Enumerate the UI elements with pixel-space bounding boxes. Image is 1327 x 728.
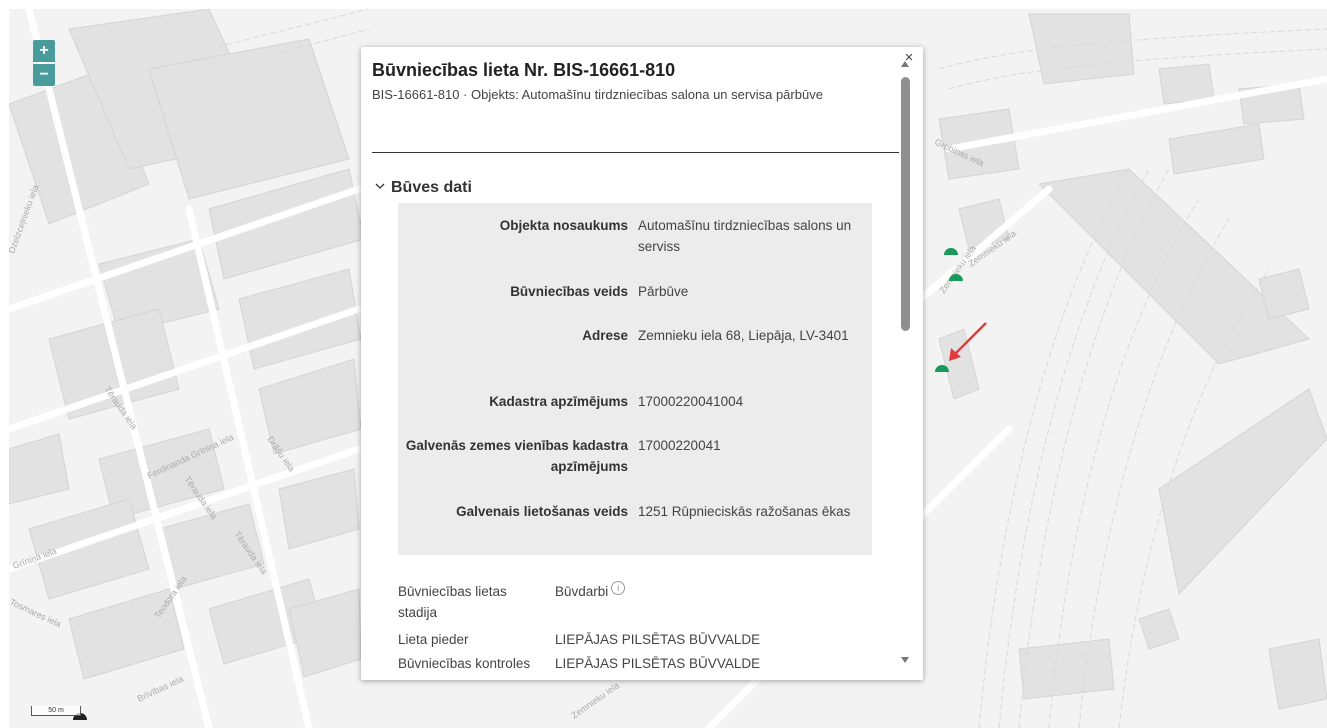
detail-value: LIEPĀJAS PILSĒTAS BŪVVALDE	[555, 656, 761, 671]
scale-bar: 50 m	[31, 706, 81, 716]
field-value: Zemnieku iela 68, Liepāja, LV-3401	[638, 328, 849, 343]
divider	[372, 152, 899, 153]
section-title: Būves dati	[391, 179, 472, 196]
detail-label: Lieta pieder	[398, 632, 469, 647]
field-label: Būvniecības veids	[510, 284, 628, 299]
chevron-down-icon	[375, 183, 385, 189]
scroll-up-arrow[interactable]	[901, 61, 909, 67]
field-label: Galvenais lietošanas veids	[456, 504, 628, 519]
field-value: Automašīnu tirdzniecības salons un servi…	[638, 218, 852, 254]
building-data-table: Objekta nosaukums Automašīnu tirdzniecīb…	[398, 203, 872, 555]
field-value: 17000220041004	[638, 394, 744, 409]
info-icon[interactable]: i	[611, 581, 626, 595]
detail-label: Būvniecības kontroles	[398, 656, 531, 671]
field-value: 1251 Rūpnieciskās ražošanas ēkas	[638, 504, 851, 519]
field-label: Adrese	[582, 328, 628, 343]
detail-value: Būvdarbi	[555, 584, 609, 599]
field-value: 17000220041	[638, 438, 721, 453]
field-label: Objekta nosaukums	[499, 218, 628, 233]
scroll-down-arrow[interactable]	[901, 657, 909, 663]
popup-subtitle: BIS-16661-810 · Objekts: Automašīnu tird…	[372, 87, 823, 102]
zoom-in-button[interactable]: +	[33, 40, 55, 62]
detail-label: Būvniecības lietas stadija	[398, 584, 507, 620]
section-toggle-buves-dati[interactable]: Būves dati	[375, 179, 472, 197]
popup-title: Būvniecības lieta Nr. BIS-16661-810	[372, 60, 676, 80]
scrollbar-thumb[interactable]	[901, 77, 910, 331]
detail-value: LIEPĀJAS PILSĒTAS BŪVVALDE	[555, 632, 761, 647]
zoom-out-button[interactable]: −	[33, 64, 55, 86]
info-popup: × Būvniecības lieta Nr. BIS-16661-810 BI…	[361, 47, 923, 680]
field-label: Galvenās zemes vienības kadastra apzīmēj…	[405, 438, 628, 474]
field-value: Pārbūve	[638, 284, 689, 299]
field-label: Kadastra apzīmējums	[489, 394, 628, 409]
